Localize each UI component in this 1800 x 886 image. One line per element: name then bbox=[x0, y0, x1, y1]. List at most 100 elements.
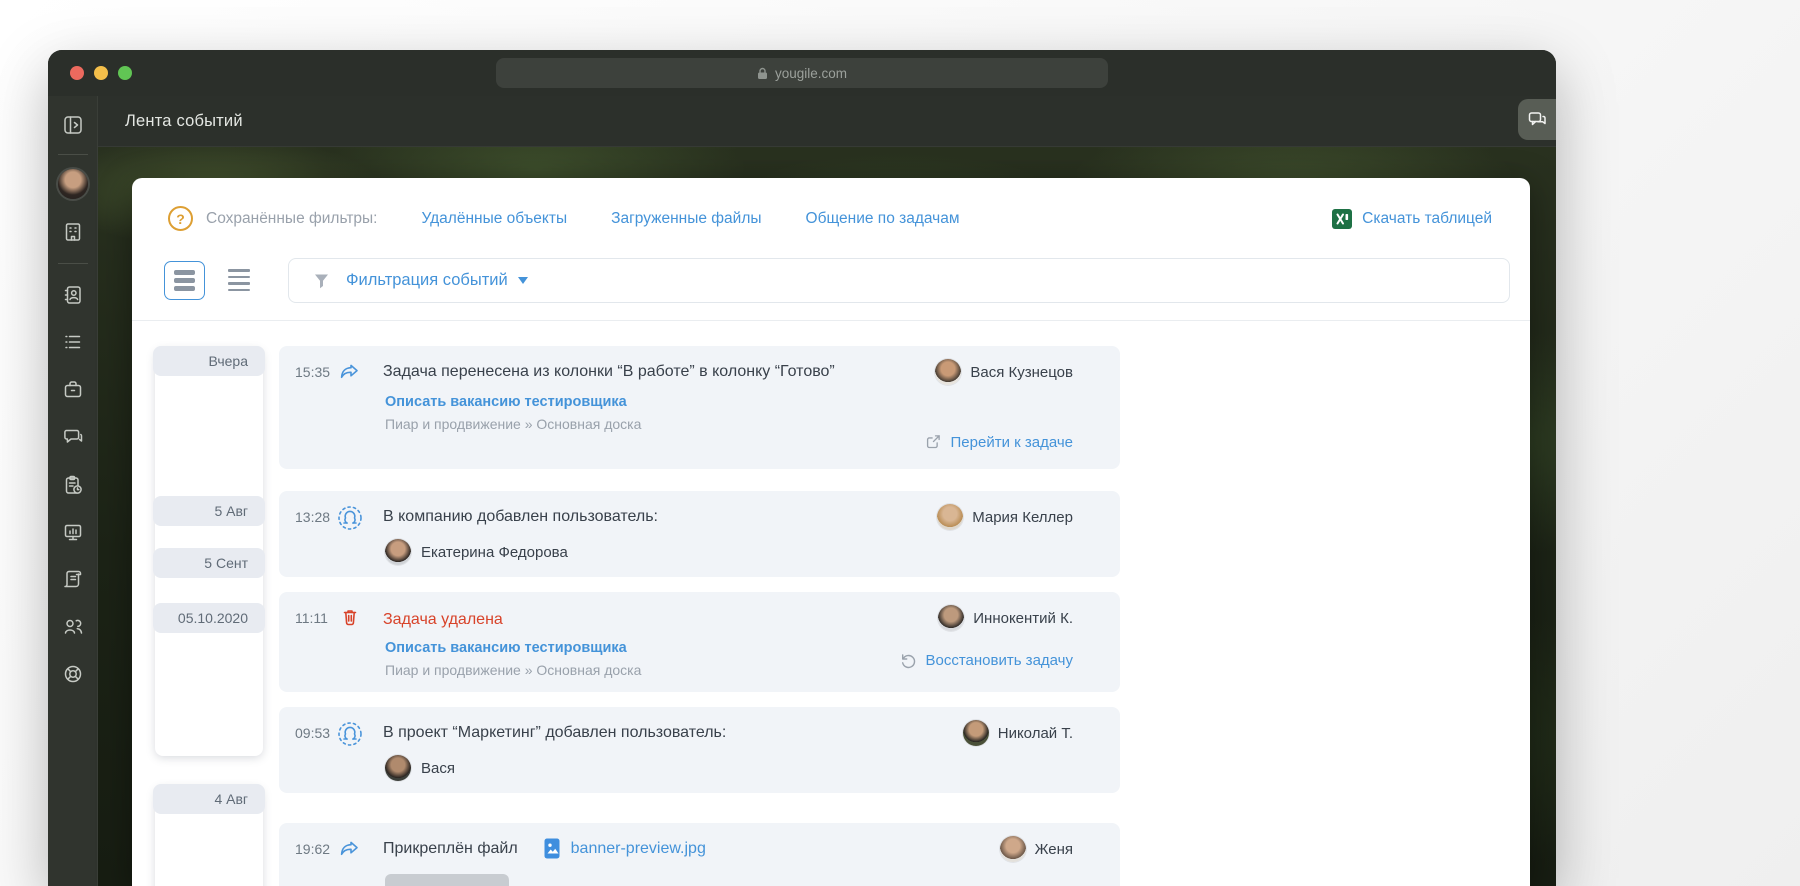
user-avatar-button[interactable] bbox=[58, 169, 88, 199]
saved-filter-uploaded-files[interactable]: Загруженные файлы bbox=[611, 210, 761, 228]
file-link[interactable]: banner-preview.jpg bbox=[571, 840, 706, 858]
sidebar-item-projects[interactable] bbox=[56, 374, 90, 404]
saved-filters-label: Сохранённые фильтры: bbox=[206, 210, 377, 228]
subject-name: Вася bbox=[421, 760, 455, 777]
minimize-window-button[interactable] bbox=[94, 66, 108, 80]
collapse-sidebar-button[interactable] bbox=[56, 110, 90, 140]
event-actor: Вася Кузнецов bbox=[935, 359, 1100, 385]
event-card-user-added: 13:28 В компанию добавлен пользователь: … bbox=[279, 491, 1120, 577]
user-added-icon bbox=[337, 721, 363, 747]
actor-name: Вася Кузнецов bbox=[970, 364, 1073, 381]
trash-icon bbox=[337, 606, 363, 628]
avatar bbox=[935, 359, 961, 385]
event-title: В проект “Маркетинг” добавлен пользовате… bbox=[383, 721, 726, 744]
event-actor: Мария Келлер bbox=[937, 504, 1100, 530]
page-background: yougile.com bbox=[0, 0, 1800, 886]
event-card-file-attached: 19:62 Прикреплён файл banner-preview.jpg bbox=[279, 823, 1120, 886]
task-link[interactable]: Описать вакансию тестировщика bbox=[385, 394, 627, 410]
list-view-icon bbox=[228, 269, 250, 272]
event-filter-dropdown[interactable]: Фильтрация событий bbox=[288, 258, 1510, 303]
chevron-down-icon bbox=[518, 277, 528, 284]
event-card-task-moved: 15:35 Задача перенесена из колонки “В ра… bbox=[279, 346, 1120, 469]
sidebar-item-contacts[interactable] bbox=[56, 280, 90, 310]
sidebar-item-reports[interactable] bbox=[56, 564, 90, 594]
subject-name: Екатерина Федорова bbox=[421, 544, 568, 561]
avatar bbox=[385, 755, 411, 781]
zoom-window-button[interactable] bbox=[118, 66, 132, 80]
event-feed-panel: ? Сохранённые фильтры: Удалённые объекты… bbox=[132, 178, 1530, 886]
date-chip: 5 Сент bbox=[153, 548, 265, 578]
card-view-icon bbox=[174, 270, 195, 275]
help-lifebuoy-icon bbox=[62, 663, 84, 685]
lock-icon bbox=[757, 67, 768, 80]
restore-icon bbox=[897, 651, 916, 670]
event-time: 19:62 bbox=[295, 841, 337, 857]
restore-task-link[interactable]: Восстановить задачу bbox=[897, 651, 1073, 670]
event-actor: Женя bbox=[1000, 836, 1100, 862]
external-link-icon bbox=[924, 433, 942, 451]
date-chip: 05.10.2020 bbox=[153, 603, 265, 633]
restore-task-label: Восстановить задачу bbox=[925, 652, 1073, 669]
scroll-document-icon bbox=[62, 568, 84, 590]
date-chip: Вчера bbox=[153, 346, 265, 376]
monitor-stats-icon bbox=[62, 521, 84, 543]
support-chat-tab-button[interactable] bbox=[1518, 99, 1556, 140]
contact-book-icon bbox=[62, 284, 84, 306]
saved-filter-deleted-objects[interactable]: Удалённые объекты bbox=[421, 210, 567, 228]
event-actor: Иннокентий К. bbox=[938, 605, 1100, 631]
user-added-icon bbox=[337, 505, 363, 531]
event-card-user-added-project: 09:53 В проект “Маркетинг” добавлен поль… bbox=[279, 707, 1120, 793]
card-view-toggle[interactable] bbox=[164, 261, 205, 300]
event-subject: Екатерина Федорова bbox=[385, 539, 1100, 565]
event-card-task-deleted: 11:11 Задача удалена Иннокентий К. bbox=[279, 592, 1120, 692]
date-chip: 4 Авг bbox=[153, 784, 265, 814]
event-title: В компанию добавлен пользователь: bbox=[383, 505, 658, 528]
sidebar-divider bbox=[58, 263, 88, 264]
chat-bubbles-icon bbox=[62, 426, 84, 448]
event-time: 13:28 bbox=[295, 509, 337, 525]
file-image-icon bbox=[542, 837, 562, 860]
sidebar-item-support[interactable] bbox=[56, 659, 90, 689]
page-title: Лента событий bbox=[98, 112, 243, 131]
close-window-button[interactable] bbox=[70, 66, 84, 80]
event-time: 11:11 bbox=[295, 610, 337, 626]
sidebar-item-tasks[interactable] bbox=[56, 327, 90, 357]
help-question-icon[interactable]: ? bbox=[168, 206, 193, 231]
actor-name: Николай Т. bbox=[998, 725, 1073, 742]
go-to-task-link[interactable]: Перейти к задаче bbox=[924, 433, 1073, 451]
sidebar-item-employees[interactable] bbox=[56, 611, 90, 641]
avatar bbox=[963, 720, 989, 746]
date-chip: 5 Авг bbox=[153, 496, 265, 526]
saved-filter-task-communication[interactable]: Общение по задачам bbox=[806, 210, 960, 228]
building-icon bbox=[62, 221, 84, 243]
avatar bbox=[937, 504, 963, 530]
task-link[interactable]: Описать вакансию тестировщика bbox=[385, 640, 627, 656]
browser-titlebar: yougile.com bbox=[48, 50, 1556, 96]
actor-name: Мария Келлер bbox=[972, 509, 1073, 526]
actor-name: Иннокентий К. bbox=[973, 610, 1073, 627]
panel-toggle-icon bbox=[62, 114, 84, 136]
excel-icon bbox=[1332, 209, 1352, 229]
main-area: Лента событий ? Сохранённые фильтры: Уда… bbox=[98, 96, 1556, 886]
sidebar-item-company[interactable] bbox=[56, 217, 90, 247]
app-header: Лента событий bbox=[98, 96, 1556, 147]
url-bar[interactable]: yougile.com bbox=[496, 58, 1108, 88]
image-thumbnail-placeholder[interactable] bbox=[385, 874, 509, 886]
event-title: Задача удалена bbox=[383, 608, 503, 631]
browser-window: yougile.com bbox=[48, 50, 1556, 886]
task-list-icon bbox=[62, 331, 84, 353]
events-area: Вчера 5 Авг 5 Сент 05.10.2020 4 Авг bbox=[132, 321, 1530, 886]
event-time: 15:35 bbox=[295, 364, 337, 380]
event-cards-column: 15:35 Задача перенесена из колонки “В ра… bbox=[279, 346, 1120, 886]
sidebar-item-chats[interactable] bbox=[56, 422, 90, 452]
sidebar-item-planner[interactable] bbox=[56, 470, 90, 500]
download-table-button[interactable]: Скачать таблицей bbox=[1332, 209, 1492, 229]
list-view-toggle[interactable] bbox=[218, 261, 259, 300]
share-arrow-icon bbox=[337, 837, 363, 861]
share-arrow-icon bbox=[337, 360, 363, 384]
download-table-label: Скачать таблицей bbox=[1362, 210, 1492, 228]
saved-filters-row: ? Сохранённые фильтры: Удалённые объекты… bbox=[132, 205, 1530, 232]
sidebar-item-dashboard[interactable] bbox=[56, 517, 90, 547]
sidebar-divider bbox=[58, 154, 88, 155]
go-to-task-label: Перейти к задаче bbox=[951, 434, 1073, 451]
